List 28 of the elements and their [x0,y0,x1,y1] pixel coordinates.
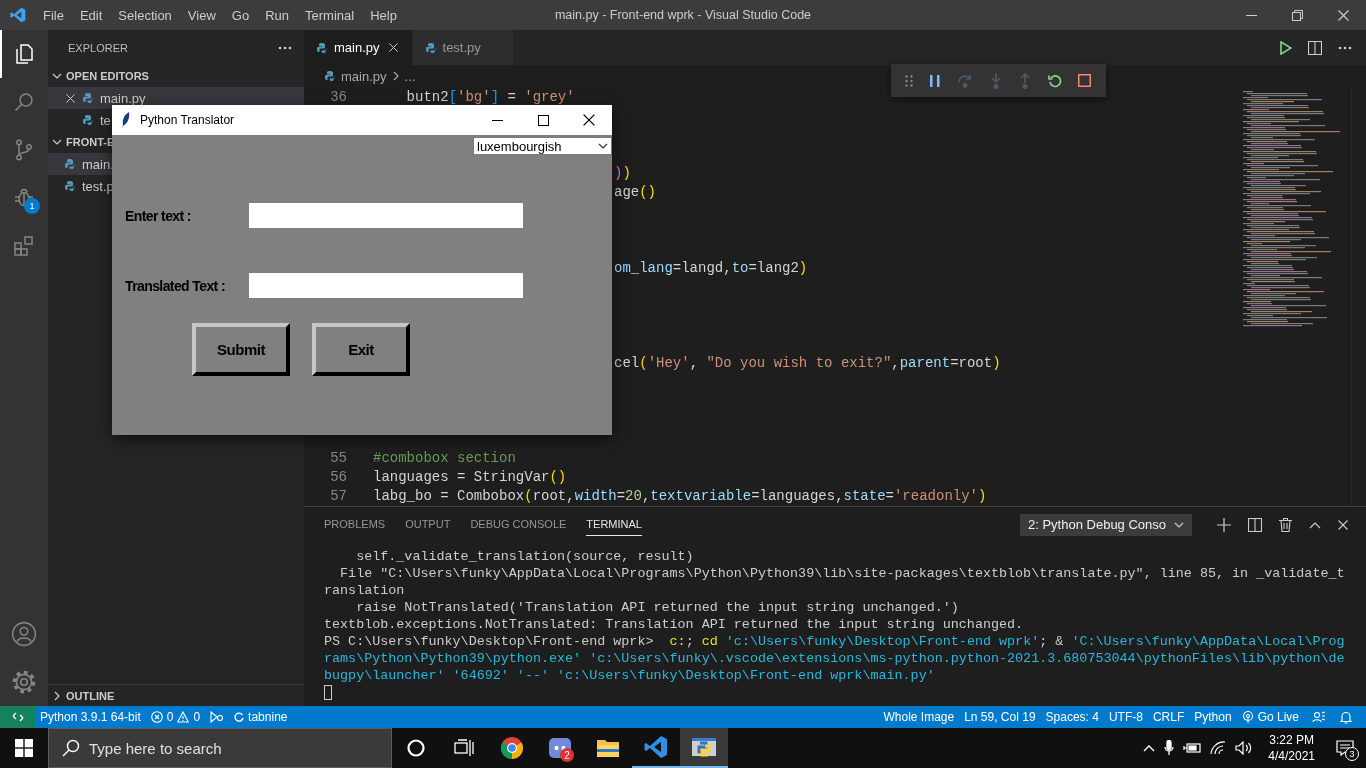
terminal-line: ranslation [324,582,406,599]
terminal-line: bugpy\launcher' '64692' '--' 'c:\Users\funky\Desktop\Front-end wprk\main.py' [324,667,936,684]
line-number: 55 [329,449,347,466]
code-line: om_lang=langd,to=lang2) [614,259,808,276]
terminal-line: textblob.exceptions.NotTranslated: Translation API returned the input string unchanged. [324,616,1025,633]
code-line: cel('Hey', "Do you wish to exit?",parent=root) [614,354,1001,371]
code-line: languages = StringVar() [373,468,567,485]
window-title: Python Translator [140,113,235,127]
code-line: )) [614,164,631,181]
terminal-line: PS C:\Users\funky\Desktop\Front-end wprk> c:; cd 'c:\Users\funky\Desktop\Front-end wprk'; & 'C:\Users\funky\AppData\Local\Prog [324,633,1346,650]
terminal-line: raise NotTranslated('Translation API returned the input string unchanged.') [355,599,960,616]
code-line: age() [614,183,657,200]
badge: 2 [560,748,574,762]
badge: 1 [24,198,40,214]
field-label: Translated Text : [124,277,227,294]
badge: 3 [1345,747,1359,761]
line-number: 56 [329,468,347,485]
window-title: main.py - Front-end wprk - Visual Studio Code [554,8,812,22]
line-number: 57 [329,487,347,504]
terminal-line: rams\Python\Python39\python.exe' 'c:\Users\funky\.vscode\extensions\ms-python.python-2021.3.680753044\pythonFiles\lib\python\de [324,650,1346,667]
line-number: 36 [329,88,347,105]
terminal-line: File "C:\Users\funky\AppData\Local\Programs\Python\Python39\lib\site-packages\textblob\translate.py", line 85, in _validate_t [339,565,1346,582]
field-label: Enter text : [124,207,192,224]
code-line: labg_bo = Combobox(root,width=20,textvariable=languages,state='readonly') [373,487,987,504]
code-line: butn2['bg'] = 'grey' [405,88,575,105]
panel-title: EXPLORER [68,41,128,54]
code-line: #combobox section [373,449,516,466]
terminal-line: self._validate_translation(source, result) [355,548,695,565]
